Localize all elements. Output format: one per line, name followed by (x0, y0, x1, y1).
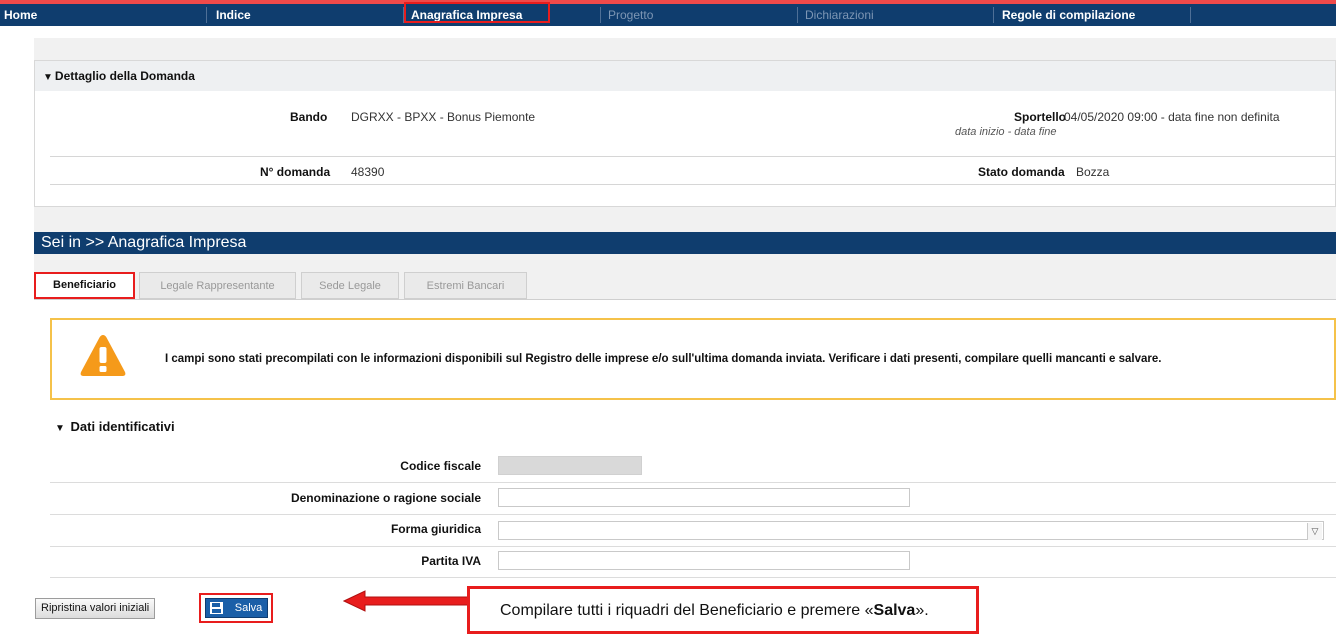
partita-iva-field[interactable] (498, 551, 910, 570)
callout-bold: Salva (873, 602, 916, 619)
nav-separator (600, 7, 601, 23)
divider (50, 577, 1336, 578)
divider (50, 184, 1336, 185)
save-button[interactable]: Salva (205, 598, 268, 618)
nav-separator (206, 7, 207, 23)
callout-end: ». (915, 602, 929, 619)
sportello-value: 04/05/2020 09:00 - data fine non definit… (1064, 110, 1280, 124)
nav-indice[interactable]: Indice (212, 4, 251, 26)
tab-legale-rappresentante[interactable]: Legale Rappresentante (139, 272, 296, 299)
warning-message: I campi sono stati precompilati con le i… (165, 353, 1162, 365)
divider (50, 156, 1336, 157)
denominazione-field[interactable] (498, 488, 910, 507)
divider (50, 482, 1336, 483)
instruction-callout: Compilare tutti i riquadri del Beneficia… (467, 586, 979, 634)
codice-fiscale-field[interactable] (498, 456, 642, 475)
collapse-triangle-icon: ▼ (55, 423, 65, 434)
sportello-sublabel: data inizio - data fine (955, 126, 1057, 138)
tab-sede-legale[interactable]: Sede Legale (301, 272, 399, 299)
dettaglio-domanda-title: Dettaglio della Domanda (54, 69, 195, 83)
tab-estremi-bancari[interactable]: Estremi Bancari (404, 272, 527, 299)
save-button-label: Salva (234, 602, 263, 614)
codice-fiscale-label: Codice fiscale (400, 459, 481, 473)
nav-separator (797, 7, 798, 23)
collapse-triangle-icon: ▼ (43, 72, 53, 83)
forma-giuridica-label: Forma giuridica (390, 522, 481, 536)
tab-beneficiario[interactable]: Beneficiario (34, 272, 135, 299)
dati-identificativi-header[interactable]: ▼ Dati identificativi (55, 419, 175, 434)
warning-icon (80, 335, 126, 376)
sportello-label: Sportello (1014, 110, 1067, 124)
main-nav: Home Indice Anagrafica Impresa Progetto … (0, 4, 1336, 26)
partita-iva-label: Partita IVA (421, 554, 481, 568)
nav-progetto: Progetto (608, 8, 654, 22)
stato-domanda-label: Stato domanda (978, 165, 1065, 179)
floppy-disk-icon (210, 602, 223, 614)
arrow-left-icon (343, 590, 469, 612)
nav-home[interactable]: Home (0, 4, 37, 26)
bando-label: Bando (290, 110, 328, 124)
nav-separator (1190, 7, 1191, 23)
nav-highlight-box (404, 2, 550, 23)
nav-dichiarazioni: Dichiarazioni (805, 8, 874, 22)
divider (50, 514, 1336, 515)
breadcrumb: Sei in >> Anagrafica Impresa (34, 232, 1336, 254)
chevron-down-icon[interactable]: ▽ (1307, 523, 1322, 540)
denominazione-label: Denominazione o ragione sociale (290, 491, 481, 505)
domanda-number-value: 48390 (351, 165, 385, 179)
bando-value: DGRXX - BPXX - Bonus Piemonte (351, 110, 536, 124)
callout-text: Compilare tutti i riquadri del Beneficia… (500, 602, 874, 619)
dettaglio-domanda-header[interactable]: ▼ Dettaglio della Domanda (35, 61, 1335, 91)
domanda-number-label: N° domanda (260, 165, 331, 179)
dati-identificativi-title: Dati identificativi (70, 419, 175, 434)
reset-button[interactable]: Ripristina valori iniziali (35, 598, 156, 619)
divider (50, 546, 1336, 547)
nav-separator (993, 7, 994, 23)
forma-giuridica-select[interactable] (498, 521, 1324, 540)
nav-regole-compilazione[interactable]: Regole di compilazione (998, 4, 1135, 26)
stato-domanda-value: Bozza (1076, 165, 1110, 179)
